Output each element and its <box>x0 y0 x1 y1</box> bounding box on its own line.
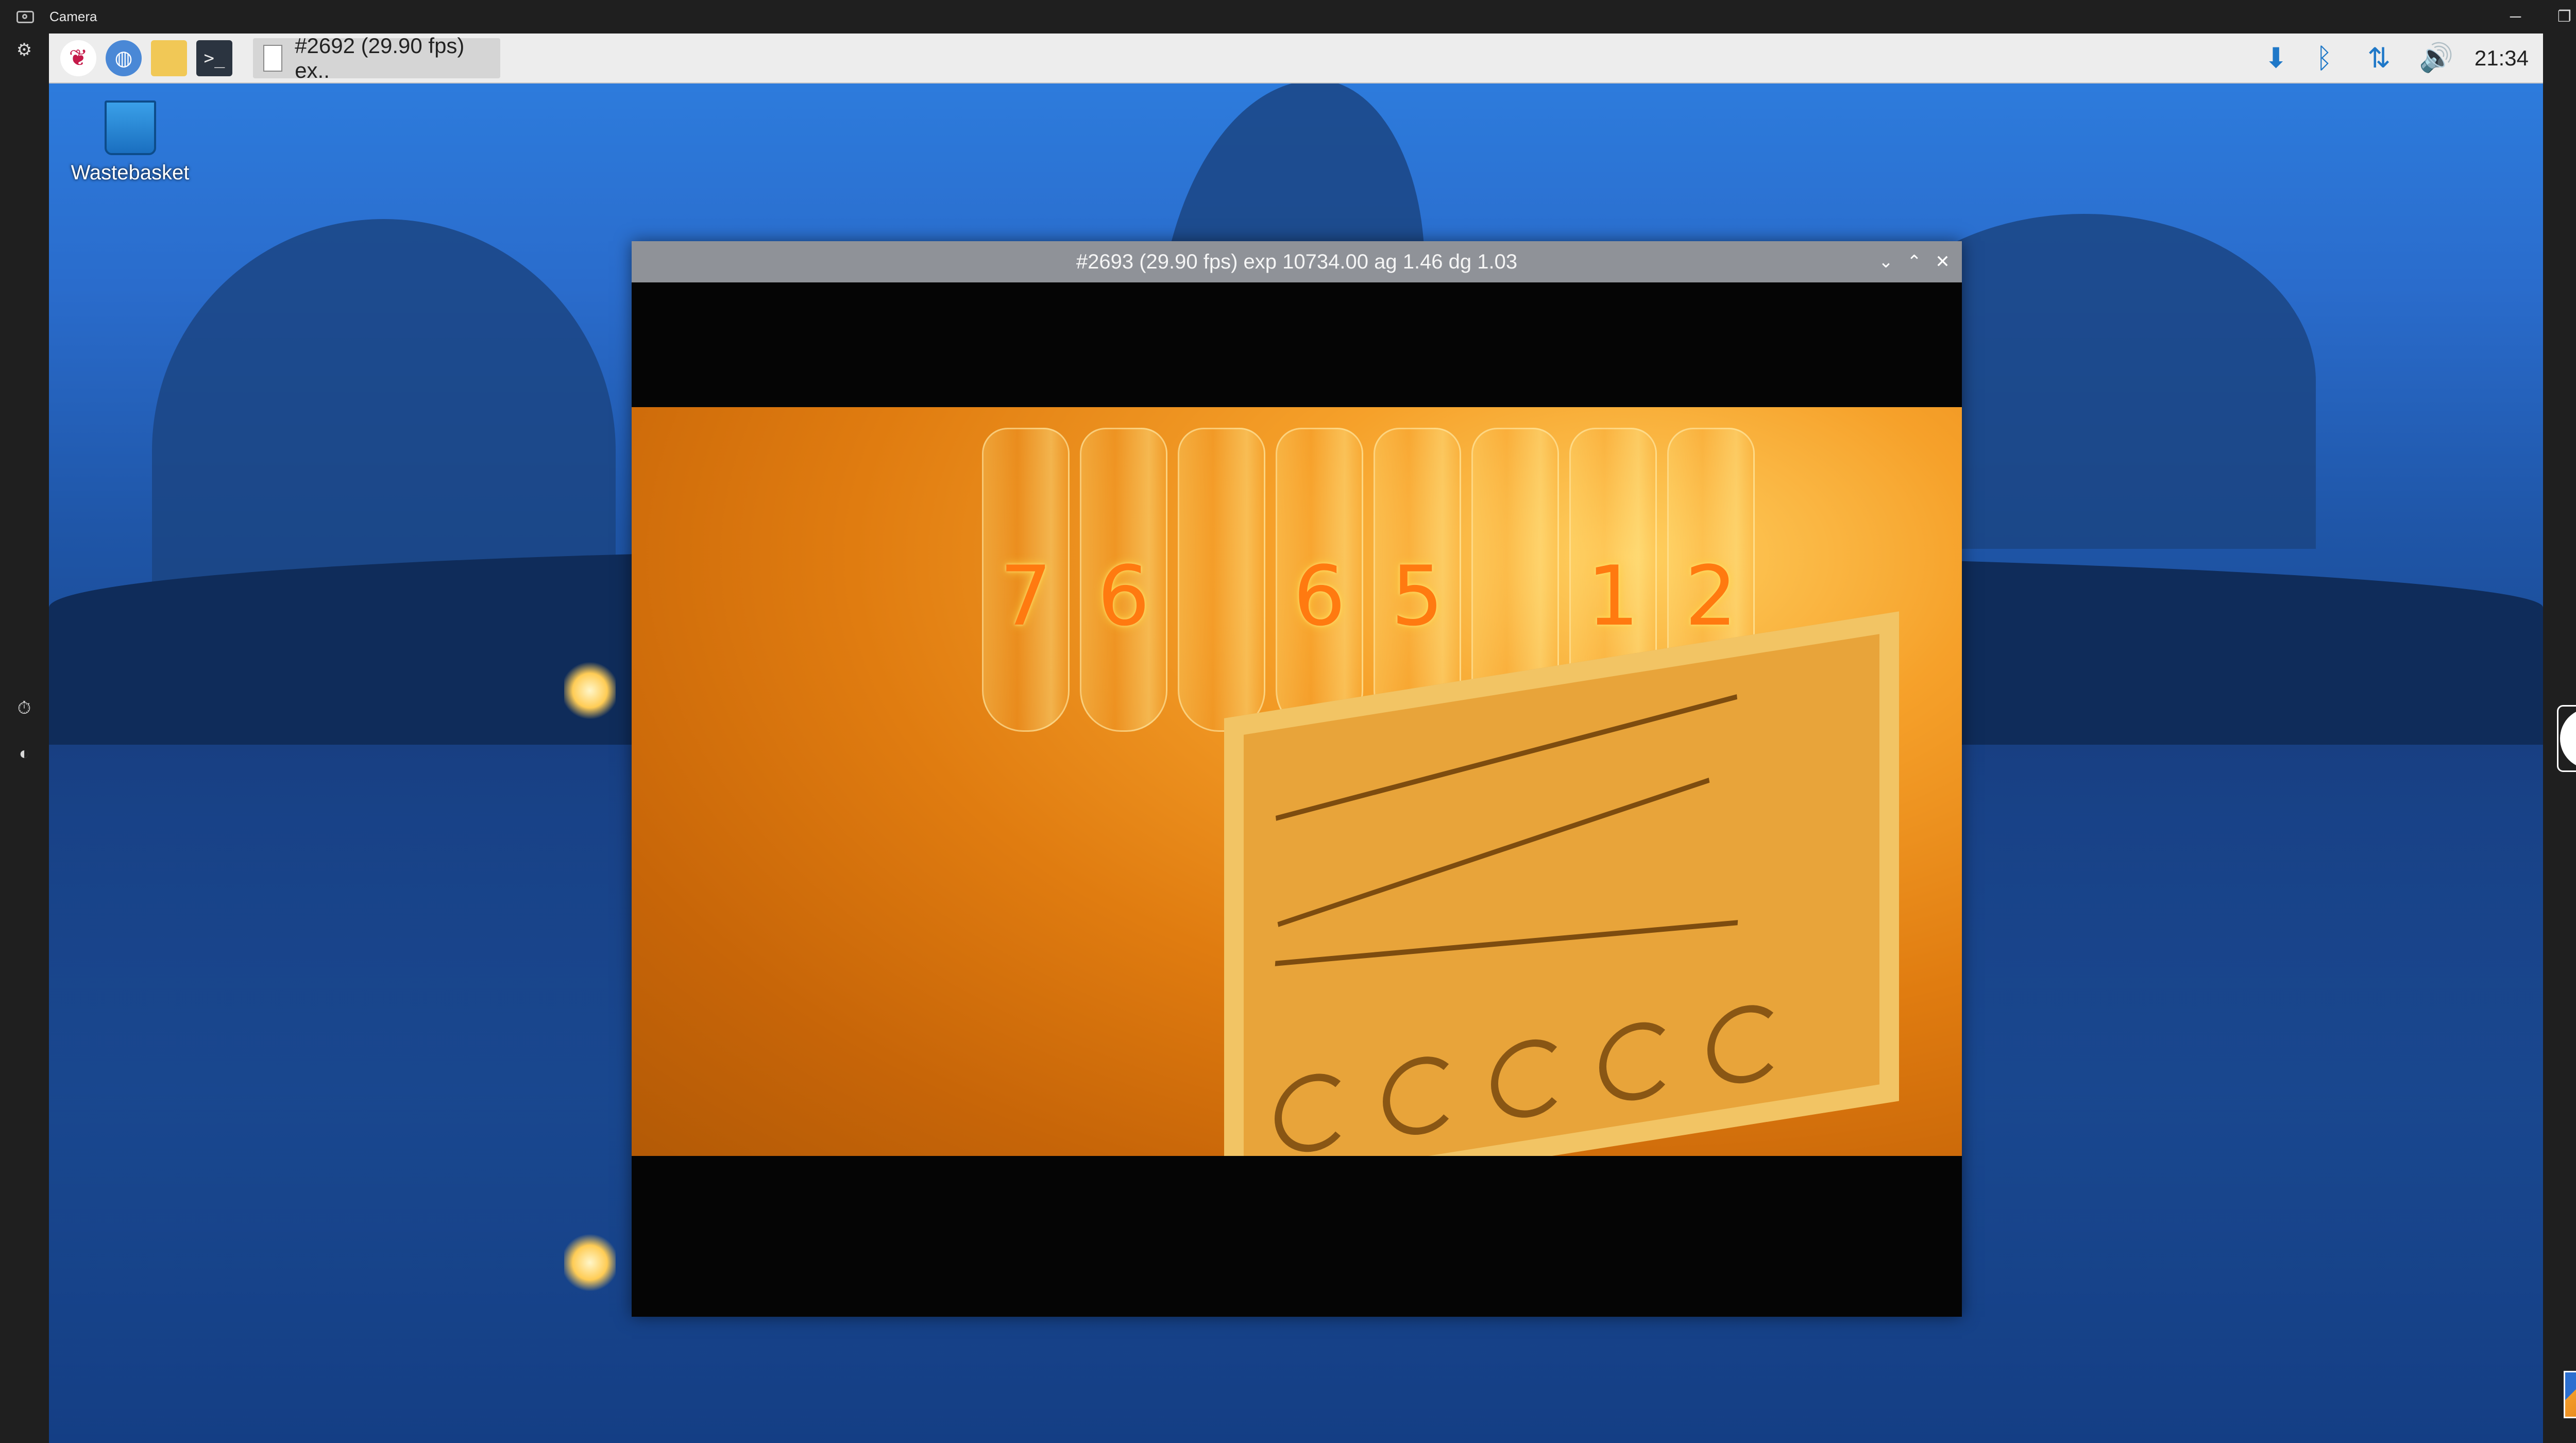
last-capture-thumbnail[interactable] <box>2564 1371 2576 1418</box>
wastebasket[interactable]: Wastebasket <box>70 100 191 184</box>
left-toolbar: ⚙ ⏱ ◐ <box>0 33 49 1443</box>
clock: 21:34 <box>2474 46 2529 70</box>
timer-off-icon[interactable]: ⏱ <box>9 698 40 718</box>
minimize-button[interactable]: ─ <box>2491 0 2540 33</box>
volume-icon[interactable]: 🔊 <box>2419 33 2453 82</box>
camera-app-icon <box>16 10 34 23</box>
terminal-icon[interactable]: >_ <box>196 40 232 76</box>
raspberry-pi-icon[interactable]: ❦ <box>60 40 96 76</box>
plot-line <box>1275 694 1738 821</box>
collapse-up-icon[interactable]: ⌃ <box>2571 613 2576 635</box>
gauge <box>1599 1016 1676 1106</box>
file-manager-icon[interactable] <box>151 40 187 76</box>
gauge <box>1275 1068 1352 1156</box>
lantern-reflection <box>564 1234 616 1291</box>
close-icon[interactable]: ✕ <box>1928 251 1957 272</box>
window-controls: ─ ❐ ✕ <box>2491 0 2576 33</box>
scan-mode-icon[interactable]: ▦ <box>2571 788 2576 810</box>
video-mode-icon[interactable]: ▭ <box>2571 660 2576 681</box>
app-titlebar: Camera ─ ❐ ✕ <box>0 0 2576 33</box>
nixie-tube: 7 <box>982 428 1070 732</box>
expand-down-icon[interactable]: ⌄ <box>2571 832 2576 854</box>
nixie-tube <box>1178 428 1265 732</box>
settings-icon[interactable]: ⚙ <box>9 40 40 60</box>
preview-titlebar[interactable]: #2693 (29.90 fps) exp 10734.00 ag 1.46 d… <box>632 241 1962 282</box>
gauge <box>1383 1051 1460 1140</box>
network-icon[interactable]: ⇅ <box>2367 33 2391 82</box>
taskbar-window-label: #2692 (29.90 fps) ex.. <box>295 33 465 82</box>
wastebasket-label: Wastebasket <box>71 161 190 184</box>
preview-window: #2693 (29.90 fps) exp 10734.00 ag 1.46 d… <box>632 241 1962 1317</box>
camera-viewport: ❦ ◍ >_ #2692 (29.90 fps) ex.. ⬇ ᛒ ⇅ 🔊 21… <box>49 33 2543 1443</box>
nixie-tube: 6 <box>1080 428 1167 732</box>
bluetooth-icon[interactable]: ᛒ <box>2316 33 2332 82</box>
preview-body: 7 6 6 5 1 2 <box>632 282 1962 1317</box>
gauge <box>1707 999 1785 1089</box>
nixie-tube: 6 <box>1276 428 1363 732</box>
gauge <box>1491 1033 1568 1123</box>
download-icon[interactable]: ⬇ <box>2264 33 2287 82</box>
taskbar-window-button[interactable]: #2692 (29.90 fps) ex.. <box>253 33 500 82</box>
camera-icon: ◎ <box>2560 708 2576 769</box>
window-page-icon <box>263 44 283 72</box>
browser-icon[interactable]: ◍ <box>106 40 142 76</box>
preview-window-controls: ⌄ ⌃ ✕ <box>1872 241 1957 282</box>
maximize-icon[interactable]: ⌃ <box>1900 251 1928 272</box>
shutter-button[interactable]: ◎ <box>2557 705 2576 772</box>
camera-feed: 7 6 6 5 1 2 <box>632 407 1962 1156</box>
trash-icon <box>104 100 156 155</box>
exposure-icon[interactable]: ◐ <box>9 744 40 764</box>
preview-title: #2693 (29.90 fps) exp 10734.00 ag 1.46 d… <box>1076 250 1518 273</box>
minimize-icon[interactable]: ⌄ <box>1872 251 1900 272</box>
lantern-light <box>564 662 616 719</box>
app-title: Camera <box>49 9 97 24</box>
plot-line <box>1275 920 1738 966</box>
pi-taskbar: ❦ ◍ >_ #2692 (29.90 fps) ex.. ⬇ ᛒ ⇅ 🔊 21… <box>49 33 2543 83</box>
restore-button[interactable]: ❐ <box>2540 0 2576 33</box>
